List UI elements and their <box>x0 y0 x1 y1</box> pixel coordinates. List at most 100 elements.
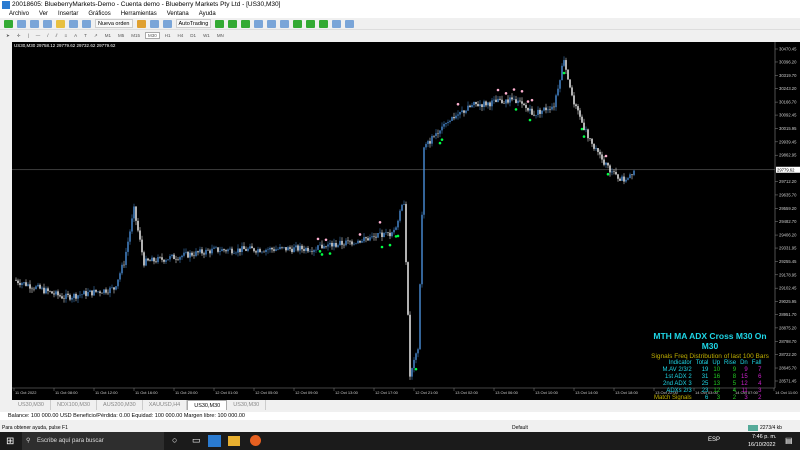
candle-body <box>525 105 527 108</box>
data-window-icon[interactable] <box>43 19 52 28</box>
time-tick-label: 11 Oct 20:00 <box>175 390 198 395</box>
clock-time[interactable]: 7:46 p. m. <box>752 434 776 440</box>
tf-m1[interactable]: M1 <box>103 33 113 38</box>
candle-body <box>377 233 379 238</box>
candle-body <box>69 294 71 300</box>
candle-body <box>263 251 265 253</box>
channel-icon[interactable]: ⫽ <box>54 33 60 38</box>
periods-icon[interactable] <box>332 19 342 28</box>
menu-ver[interactable]: Ver <box>34 10 53 18</box>
arrows-icon[interactable]: ↗ <box>92 33 100 39</box>
candle-body <box>583 122 585 131</box>
tf-m15[interactable]: M15 <box>129 33 142 38</box>
candle-body <box>155 261 157 263</box>
horizontal-line-icon[interactable]: — <box>34 33 43 38</box>
windows-start-icon[interactable]: ⊞ <box>6 436 14 447</box>
candle-body <box>289 247 291 249</box>
time-tick-label: 11 Oct 2022 <box>15 390 37 395</box>
candle-body <box>585 129 587 131</box>
candle-body <box>313 250 315 252</box>
candle-body <box>515 99 517 103</box>
bar-chart-icon[interactable] <box>215 19 225 28</box>
zoom-in-icon[interactable] <box>254 19 264 28</box>
candlestick-icon[interactable] <box>228 19 238 28</box>
candle-body <box>495 99 497 103</box>
new-chart-icon[interactable] <box>4 19 13 28</box>
signals-icon[interactable] <box>149 19 159 28</box>
tf-m5[interactable]: M5 <box>116 33 126 38</box>
candle-body <box>265 249 267 252</box>
chart-tab[interactable]: US30,M30 <box>227 400 267 410</box>
taskbar-search[interactable]: ⚲ Escribe aquí para buscar <box>22 432 164 450</box>
stats-cell: 25 <box>701 381 709 387</box>
menu-insertar[interactable]: Insertar <box>53 10 83 18</box>
text-icon[interactable]: A <box>72 33 79 38</box>
candle-body <box>243 246 245 250</box>
signal-marker <box>562 71 566 75</box>
metatrader-taskbar-icon[interactable] <box>208 435 221 447</box>
tester-icon[interactable] <box>82 19 91 28</box>
clock-date[interactable]: 16/10/2022 <box>748 442 776 448</box>
menu-archivo[interactable]: Archivo <box>4 10 34 18</box>
new-order-button[interactable]: Nueva orden <box>95 19 133 28</box>
fibonacci-icon[interactable]: ≡ <box>63 33 70 38</box>
candle-body <box>273 249 275 251</box>
candle-body <box>81 294 83 295</box>
firefox-icon[interactable] <box>250 435 261 446</box>
zoom-out-icon[interactable] <box>267 19 277 28</box>
menu-ventana[interactable]: Ventana <box>162 10 194 18</box>
notifications-icon[interactable]: ▤ <box>785 436 793 445</box>
navigator-panel-collapsed[interactable] <box>0 42 12 400</box>
chart-shift-icon[interactable] <box>293 19 303 28</box>
tf-mn[interactable]: MN <box>215 33 226 38</box>
indicators-icon[interactable] <box>319 19 329 28</box>
task-view-icon[interactable]: ▭ <box>192 435 201 446</box>
menu-graficos[interactable]: Gráficos <box>83 10 115 18</box>
candle-body <box>89 290 91 293</box>
chart-tab[interactable]: AUS200,M30 <box>97 400 143 410</box>
candle-body <box>317 245 319 250</box>
tf-m30[interactable]: M30 <box>145 32 160 39</box>
terminal-icon[interactable] <box>69 19 78 28</box>
templates-icon[interactable] <box>345 19 355 28</box>
time-tick-label: 12 Oct 13:00 <box>335 390 359 395</box>
signal-marker <box>396 234 400 238</box>
metaeditor-icon[interactable] <box>136 19 146 28</box>
candle-body <box>397 220 399 228</box>
vertical-line-icon[interactable]: | <box>26 33 31 38</box>
crosshair-icon[interactable]: ✛ <box>15 33 23 39</box>
menu-herramientas[interactable]: Herramientas <box>116 10 162 18</box>
candle-body <box>335 242 337 247</box>
chart-tab[interactable]: XAUUSD,H4 <box>143 400 188 410</box>
candle-body <box>487 102 489 106</box>
tile-windows-icon[interactable] <box>280 19 290 28</box>
candle-body <box>115 286 117 290</box>
tf-w1[interactable]: W1 <box>201 33 212 38</box>
candle-body <box>227 249 229 252</box>
autotrading-button[interactable]: AutoTrading <box>175 19 212 28</box>
tf-d1[interactable]: D1 <box>188 33 198 38</box>
text-label-icon[interactable]: T <box>82 33 89 38</box>
tf-h1[interactable]: H1 <box>163 33 173 38</box>
cortana-icon[interactable]: ○ <box>172 435 177 445</box>
cursor-icon[interactable]: ➤ <box>4 33 12 39</box>
market-watch-icon[interactable] <box>30 19 39 28</box>
profiles-icon[interactable] <box>17 19 26 28</box>
options-icon[interactable] <box>162 19 172 28</box>
chart-tab[interactable]: US30,M30 <box>12 400 51 410</box>
chart-tab[interactable]: US30,M30 <box>187 400 228 410</box>
menu-ayuda[interactable]: Ayuda <box>194 10 221 18</box>
stats-cell: 9 <box>732 367 737 373</box>
file-explorer-icon[interactable] <box>228 436 240 446</box>
profile-name[interactable]: Default <box>512 424 528 432</box>
autoscroll-icon[interactable] <box>306 19 316 28</box>
signal-marker <box>318 250 322 253</box>
language-indicator[interactable]: ESP <box>708 437 720 443</box>
navigator-icon[interactable] <box>56 19 65 28</box>
chart-tab[interactable]: NDX100,M30 <box>51 400 98 410</box>
trendline-icon[interactable]: / <box>45 33 50 38</box>
tf-h4[interactable]: H4 <box>176 33 186 38</box>
candle-body <box>529 108 531 111</box>
candle-body <box>363 237 365 242</box>
line-chart-icon[interactable] <box>241 19 251 28</box>
